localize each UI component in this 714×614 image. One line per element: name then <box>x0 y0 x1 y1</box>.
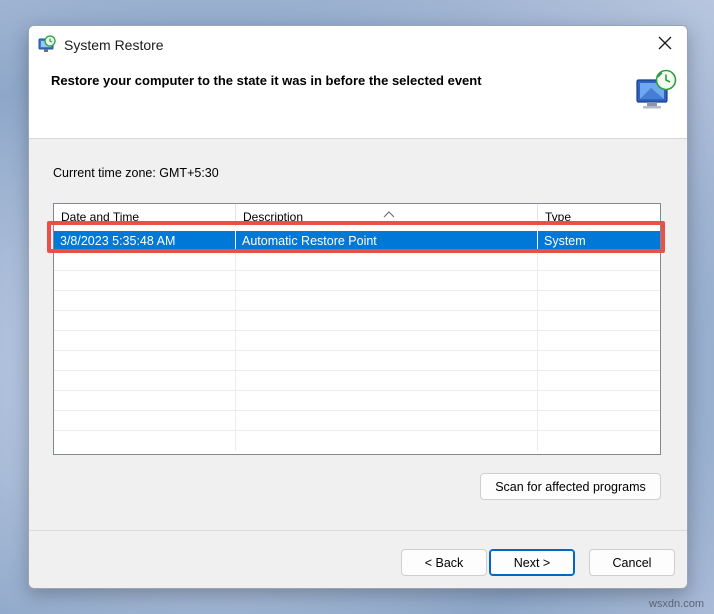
empty-row <box>54 331 660 351</box>
empty-row <box>54 251 660 271</box>
footer-divider <box>29 530 687 531</box>
scan-affected-programs-button[interactable]: Scan for affected programs <box>480 473 661 500</box>
close-icon <box>658 36 672 55</box>
empty-row <box>54 411 660 431</box>
header-panel: Restore your computer to the state it wa… <box>29 64 687 139</box>
system-restore-monitor-icon <box>633 68 679 114</box>
empty-row <box>54 271 660 291</box>
empty-row <box>54 311 660 331</box>
empty-row <box>54 291 660 311</box>
empty-row <box>54 351 660 371</box>
system-restore-icon <box>37 35 57 55</box>
header-instruction: Restore your computer to the state it wa… <box>51 73 482 88</box>
back-button[interactable]: < Back <box>401 549 487 576</box>
empty-row <box>54 391 660 411</box>
cancel-button[interactable]: Cancel <box>589 549 675 576</box>
next-button[interactable]: Next > <box>489 549 575 576</box>
timezone-label: Current time zone: GMT+5:30 <box>53 166 219 180</box>
close-button[interactable] <box>649 30 681 60</box>
system-restore-dialog: System Restore Restore your computer to … <box>28 25 688 589</box>
watermark: wsxdn.com <box>648 598 704 610</box>
window-title: System Restore <box>64 37 164 53</box>
empty-row <box>54 431 660 451</box>
empty-row <box>54 371 660 391</box>
selection-highlight-box <box>47 221 665 253</box>
title-bar: System Restore <box>29 26 687 64</box>
